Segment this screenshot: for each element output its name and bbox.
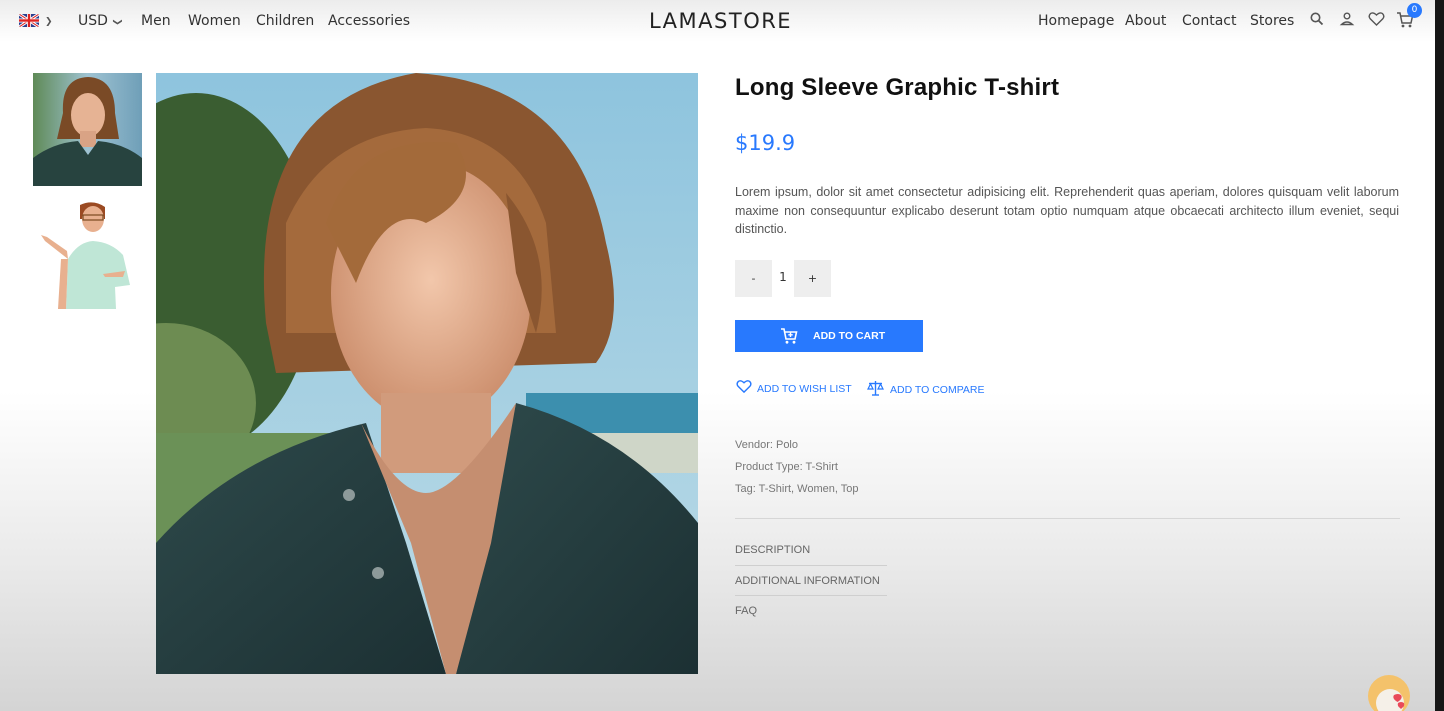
add-to-cart-label: ADD TO CART — [813, 330, 886, 342]
product-price: $19.9 — [735, 131, 796, 155]
tag-info: Tag: T-Shirt, Women, Top — [735, 483, 859, 495]
add-to-cart-button[interactable]: ADD TO CART — [735, 320, 923, 352]
uk-flag-icon[interactable] — [19, 14, 39, 27]
language-dropdown[interactable]: ❯ — [42, 13, 53, 31]
user-icon[interactable] — [1339, 11, 1357, 29]
thumbnail-1[interactable] — [33, 73, 142, 186]
nav-link-homepage[interactable]: Homepage — [1038, 13, 1114, 29]
nav-link-stores[interactable]: Stores — [1250, 13, 1294, 29]
main-product-image — [156, 73, 698, 674]
tab-description[interactable]: DESCRIPTION — [735, 544, 810, 556]
quantity-value: 1 — [779, 270, 787, 284]
nav-link-contact[interactable]: Contact — [1182, 13, 1236, 29]
compare-scale-icon — [867, 381, 884, 396]
add-cart-icon — [781, 328, 798, 344]
nav-link-women[interactable]: Women — [188, 13, 241, 29]
nav-link-children[interactable]: Children — [256, 13, 314, 29]
cart-count-badge: 0 — [1407, 3, 1422, 18]
search-icon[interactable] — [1309, 11, 1327, 29]
vendor-info: Vendor: Polo — [735, 439, 798, 451]
heart-icon[interactable] — [1368, 11, 1386, 29]
chevron-down-icon: ❯ — [111, 18, 122, 26]
add-to-wish-list-link[interactable]: ADD TO WISH LIST — [736, 377, 852, 395]
nav-link-accessories[interactable]: Accessories — [328, 13, 410, 29]
store-logo[interactable]: LAMASTORE — [649, 9, 792, 33]
nav-link-men[interactable]: Men — [141, 13, 171, 29]
product-title: Long Sleeve Graphic T-shirt — [735, 74, 1060, 101]
product-type-info: Product Type: T-Shirt — [735, 461, 838, 473]
heart-icon — [736, 380, 752, 394]
nav-link-about[interactable]: About — [1125, 13, 1166, 29]
chat-widget-icon[interactable] — [1368, 675, 1410, 711]
add-to-compare-link[interactable]: ADD TO COMPARE — [867, 377, 985, 396]
wish-list-label: ADD TO WISH LIST — [757, 383, 852, 395]
quantity-increase-button[interactable]: + — [794, 260, 831, 297]
currency-dropdown[interactable]: USD ❯ — [78, 13, 122, 31]
tab-divider — [735, 595, 887, 596]
window-edge — [1435, 0, 1444, 711]
currency-label: USD — [78, 13, 108, 29]
tab-divider — [735, 565, 887, 566]
product-description: Lorem ipsum, dolor sit amet consectetur … — [735, 185, 1399, 236]
tab-additional-information[interactable]: ADDITIONAL INFORMATION — [735, 575, 880, 587]
compare-label: ADD TO COMPARE — [890, 384, 985, 396]
quantity-decrease-button[interactable]: - — [735, 260, 772, 297]
chevron-down-icon: ❯ — [45, 17, 53, 27]
divider — [735, 518, 1400, 519]
tab-faq[interactable]: FAQ — [735, 605, 757, 617]
thumbnail-2[interactable] — [33, 197, 142, 310]
navbar: ❯ USD ❯ Men Women Children Accessories LA… — [0, 0, 1435, 42]
